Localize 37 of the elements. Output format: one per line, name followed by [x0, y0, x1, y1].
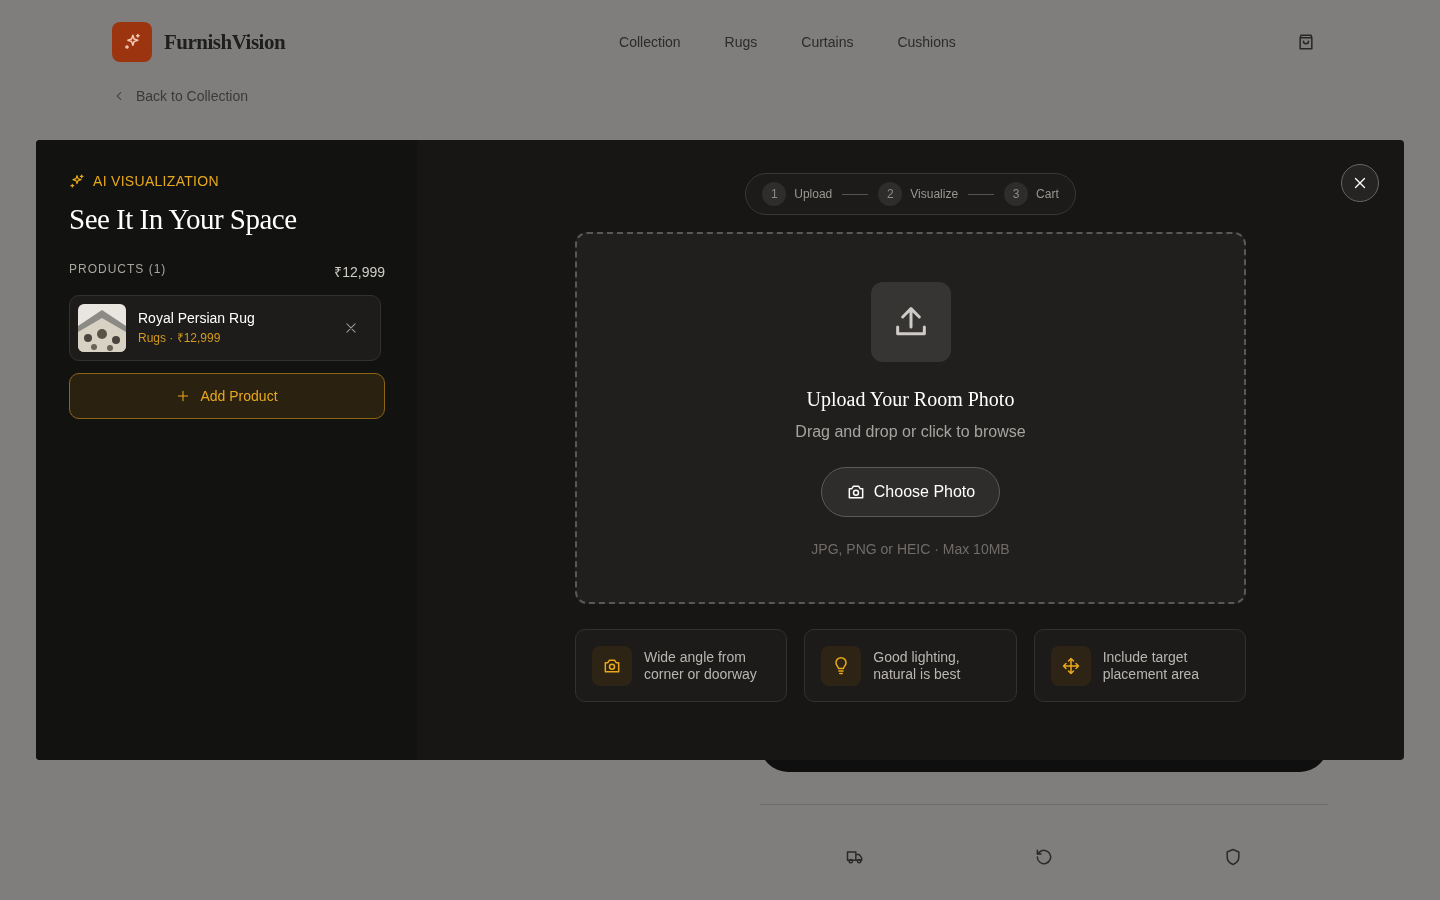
upload-subtitle: Drag and drop or click to browse — [795, 423, 1026, 441]
shopping-bag-icon[interactable] — [1296, 32, 1316, 52]
file-hint: JPG, PNG or HEIC · Max 10MB — [811, 541, 1010, 557]
sparkles-icon — [69, 173, 85, 189]
step-number: 3 — [1004, 182, 1029, 206]
products-label: PRODUCTS (1) — [69, 262, 167, 278]
step-label: Visualize — [910, 187, 959, 201]
plus-icon — [176, 389, 191, 403]
nav-link[interactable]: Collection — [619, 34, 681, 50]
step-label: Upload — [794, 187, 833, 201]
step-number: 1 — [762, 182, 787, 206]
sparkle-icon — [122, 32, 142, 52]
upload-title: Upload Your Room Photo — [806, 388, 1015, 411]
logo-icon[interactable] — [112, 22, 152, 62]
section-eyebrow: AI VISUALIZATION — [93, 173, 219, 189]
nav-link[interactable]: Rugs — [724, 34, 758, 50]
brand-name[interactable]: FurnishVision — [164, 29, 286, 55]
choose-photo-button[interactable]: Choose Photo — [820, 467, 1001, 517]
nav-link[interactable]: Curtains — [801, 34, 854, 50]
step-label: Cart — [1036, 187, 1059, 201]
step-number: 2 — [878, 182, 903, 206]
tip-text: Include target placement area — [1102, 648, 1201, 683]
remove-button[interactable] — [344, 321, 358, 335]
tip-text: Good lighting, natural is best — [873, 648, 962, 683]
modal-title: See It In Your Space — [69, 203, 298, 236]
total-price: ₹12,999 — [334, 263, 385, 281]
move-arrows-icon — [1060, 655, 1081, 676]
nav-link[interactable]: Cushions — [897, 34, 956, 50]
close-button[interactable] — [1341, 164, 1379, 202]
product-meta: Rugs · ₹12,999 — [138, 330, 222, 346]
rotate-icon — [1034, 847, 1054, 867]
close-icon — [344, 321, 358, 335]
tip-text: Wide angle from corner or doorway — [644, 648, 758, 683]
product-name: Royal Persian Rug — [138, 310, 256, 326]
back-link[interactable]: Back to Collection — [0, 88, 1440, 104]
add-product-button[interactable]: Add Product — [69, 373, 385, 419]
upload-dropzone[interactable]: Upload Your Room Photo Drag and drop or click to browse Choose Photo JPG, PNG or HEIC · Max 10MB — [575, 232, 1246, 604]
